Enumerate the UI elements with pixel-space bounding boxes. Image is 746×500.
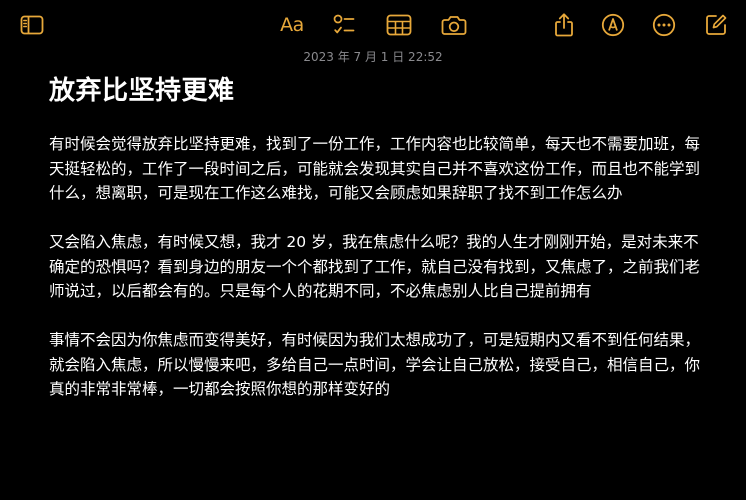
more-button[interactable]	[651, 12, 677, 38]
checklist-icon	[332, 13, 356, 37]
note-title[interactable]: 放弃比坚持更难	[49, 70, 235, 107]
more-icon	[652, 13, 676, 37]
markup-button[interactable]	[600, 12, 626, 38]
table-icon	[386, 14, 412, 36]
text-format-icon: Aa	[280, 14, 304, 36]
share-button[interactable]	[551, 12, 577, 38]
compose-icon	[704, 13, 728, 37]
note-timestamp: 2023 年 7 月 1 日 22:52	[303, 50, 443, 64]
checklist-button[interactable]	[331, 12, 357, 38]
sidebar-icon	[20, 15, 44, 35]
table-button[interactable]	[386, 12, 412, 38]
markup-pen-icon	[601, 13, 625, 37]
sidebar-toggle-button[interactable]	[19, 12, 45, 38]
camera-button[interactable]	[441, 12, 467, 38]
share-icon	[553, 12, 575, 38]
note-paragraph: 事情不会因为你焦虑而变得美好，有时候因为我们太想成功了，可是短期内又看不到任何结…	[49, 331, 701, 398]
note-paragraph: 有时候会觉得放弃比坚持更难，找到了一份工作，工作内容也比较简单，每天也不需要加班…	[49, 135, 701, 202]
camera-icon	[441, 14, 467, 36]
toolbar: Aa	[0, 0, 746, 50]
note-body[interactable]: 有时候会觉得放弃比坚持更难，找到了一份工作，工作内容也比较简单，每天也不需要加班…	[49, 132, 701, 426]
compose-button[interactable]	[703, 12, 729, 38]
text-format-button[interactable]: Aa	[278, 12, 306, 38]
note-paragraph: 又会陷入焦虑，有时候又想，我才 20 岁，我在焦虑什么呢？我的人生才刚刚开始，是…	[49, 233, 701, 300]
